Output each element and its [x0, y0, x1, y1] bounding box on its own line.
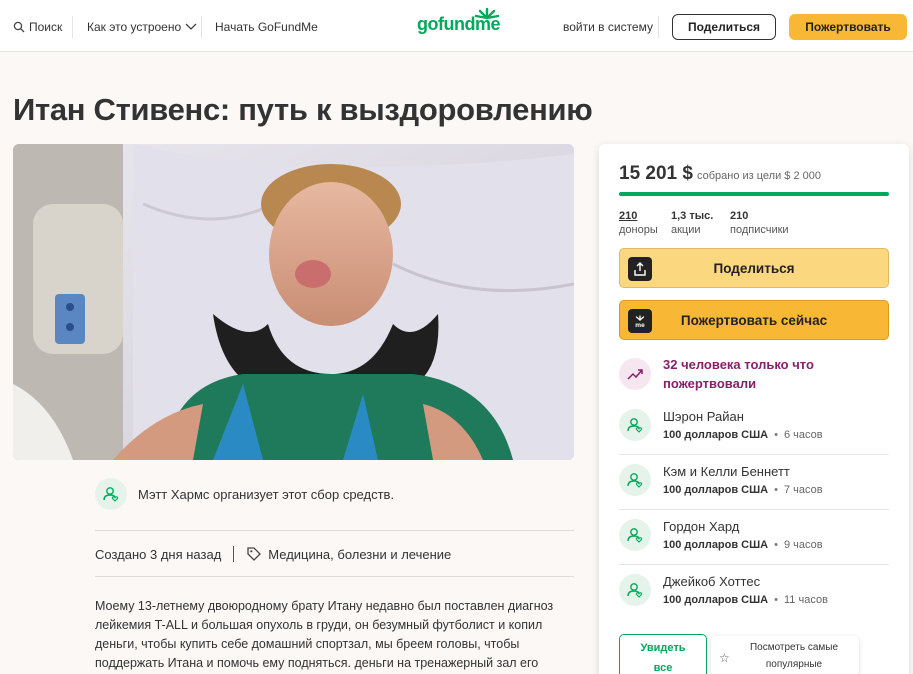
user-heart-icon — [627, 418, 643, 433]
divider — [95, 576, 574, 577]
organizer-text: Мэтт Хармс организует этот сбор средств. — [138, 486, 395, 502]
stat-followers: 210 подписчики — [730, 209, 789, 237]
top-label: Посмотреть самые — [749, 642, 839, 653]
user-heart-icon — [103, 487, 119, 502]
campaign-story: Моему 13-летнему двоюродному брату Итану… — [95, 599, 554, 670]
progress-bar — [619, 192, 889, 196]
top-label-2: популярные пожертвования — [765, 659, 823, 670]
donation-time: 7 часов — [784, 484, 823, 496]
gofundme-me-icon: me — [628, 309, 652, 333]
donation-item: Гордон Хард 100 долларов США • 9 часов — [619, 519, 823, 551]
star-icon: ☆ — [719, 651, 730, 665]
stat-value: 210 — [730, 210, 749, 222]
divider — [619, 454, 889, 455]
category-link[interactable]: Медицина, болезни и лечение — [268, 547, 451, 562]
donation-item: Шэрон Райан 100 долларов США • 6 часов — [619, 409, 823, 441]
start-fundraiser-link[interactable]: Начать GoFundMe — [215, 20, 318, 34]
see-top-donations-button[interactable]: ☆ Посмотреть самые популярные пожертвова… — [711, 636, 859, 674]
svg-text:me: me — [635, 322, 645, 328]
separator-dot: • — [774, 539, 778, 551]
user-heart-icon — [627, 528, 643, 543]
stat-value: 1,3 тыс. — [671, 210, 714, 222]
donation-time: 6 часов — [784, 429, 823, 441]
created-date: Создано 3 дня назад — [95, 546, 222, 562]
divider — [619, 564, 889, 565]
separator-dot: • — [774, 484, 778, 496]
campaign-photo[interactable] — [13, 144, 574, 460]
login-link[interactable]: войти в систему — [563, 20, 653, 34]
share-button-label: Поделиться — [713, 260, 795, 276]
divider — [72, 16, 73, 38]
search-label: Поиск — [29, 20, 63, 34]
donation-amount: 100 долларов США — [663, 484, 769, 496]
trending-circle — [619, 358, 651, 390]
donor-name: Шэрон Райан — [663, 409, 744, 424]
see-all-label-2: все — [653, 662, 673, 674]
see-all-button[interactable]: Увидеть все — [619, 634, 707, 674]
donor-name: Джейкоб Хоттес — [663, 574, 761, 589]
donor-name: Кэм и Келли Беннетт — [663, 464, 790, 479]
search-link[interactable]: Поиск — [13, 20, 62, 34]
organizer-row: Мэтт Хармс организует этот сбор средств. — [95, 478, 394, 510]
campaign-title: Итан Стивенс: путь к выздоровлению — [13, 92, 593, 127]
stat-shares: 1,3 тыс. акции — [671, 209, 713, 237]
raised-amount: 15 201 $ — [619, 163, 693, 184]
organizer-avatar — [95, 478, 127, 510]
share-button[interactable]: Поделиться — [619, 248, 889, 288]
gofundme-logo[interactable]: gofundme — [417, 14, 501, 35]
donor-avatar — [619, 464, 651, 496]
header-share-button[interactable]: Поделиться — [672, 14, 776, 40]
goal-text: собрано из цели $ 2 000 — [696, 170, 821, 182]
separator-dot: • — [774, 594, 778, 606]
user-heart-icon — [627, 583, 643, 598]
divider — [619, 509, 889, 510]
divider — [95, 530, 574, 531]
donation-item: Джейкоб Хоттес 100 долларов США • 11 часов — [619, 574, 828, 606]
recent-donations-notice: 32 человека только что пожертвовали — [619, 355, 853, 393]
how-it-works-label: Как это устроено — [87, 20, 182, 34]
stat-value: 210 — [619, 210, 638, 222]
donation-amount: 100 долларов США — [663, 539, 769, 551]
start-label: Начать GoFundMe — [215, 20, 318, 34]
site-header: Поиск Как это устроено Начать GoFundMe g… — [0, 0, 913, 52]
donation-time: 11 часов — [784, 594, 828, 606]
divider — [201, 16, 202, 38]
donate-now-button[interactable]: me Пожертвовать сейчас — [619, 300, 889, 340]
donation-item: Кэм и Келли Беннетт 100 долларов США • 7 ч… — [619, 464, 823, 496]
chevron-down-icon — [185, 23, 197, 30]
see-all-label: Увидеть — [640, 642, 686, 654]
stat-donors[interactable]: 210 доноры — [619, 209, 658, 237]
divider — [233, 546, 235, 562]
campaign-meta: Создано 3 дня назад Медицина, болезни и … — [95, 546, 451, 562]
donor-avatar — [619, 409, 651, 441]
donate-button-label: Пожертвовать сейчас — [680, 312, 828, 328]
stat-label: доноры — [619, 224, 658, 236]
stat-label: подписчики — [730, 224, 789, 236]
donor-avatar — [619, 519, 651, 551]
how-it-works-menu[interactable]: Как это устроено — [87, 20, 197, 34]
user-heart-icon — [627, 473, 643, 488]
trending-up-icon — [627, 369, 643, 380]
donation-sidebar: 15 201 $ собрано из цели $ 2 000 210 дон… — [599, 144, 909, 674]
donor-avatar — [619, 574, 651, 606]
campaign-photo-image — [13, 144, 574, 460]
donation-amount: 100 долларов США — [663, 429, 769, 441]
recent-donations-text: 32 человека только что пожертвовали — [663, 357, 814, 391]
divider — [658, 16, 659, 38]
stat-label: акции — [671, 224, 701, 236]
amount-raised: 15 201 $ собрано из цели $ 2 000 — [619, 163, 821, 185]
donation-time: 9 часов — [784, 539, 823, 551]
search-icon — [13, 21, 25, 33]
header-donate-button[interactable]: Пожертвовать — [789, 14, 907, 40]
upload-icon — [628, 257, 652, 281]
separator-dot: • — [774, 429, 778, 441]
donor-name: Гордон Хард — [663, 519, 740, 534]
donation-amount: 100 долларов США — [663, 594, 769, 606]
tag-icon — [247, 547, 262, 561]
